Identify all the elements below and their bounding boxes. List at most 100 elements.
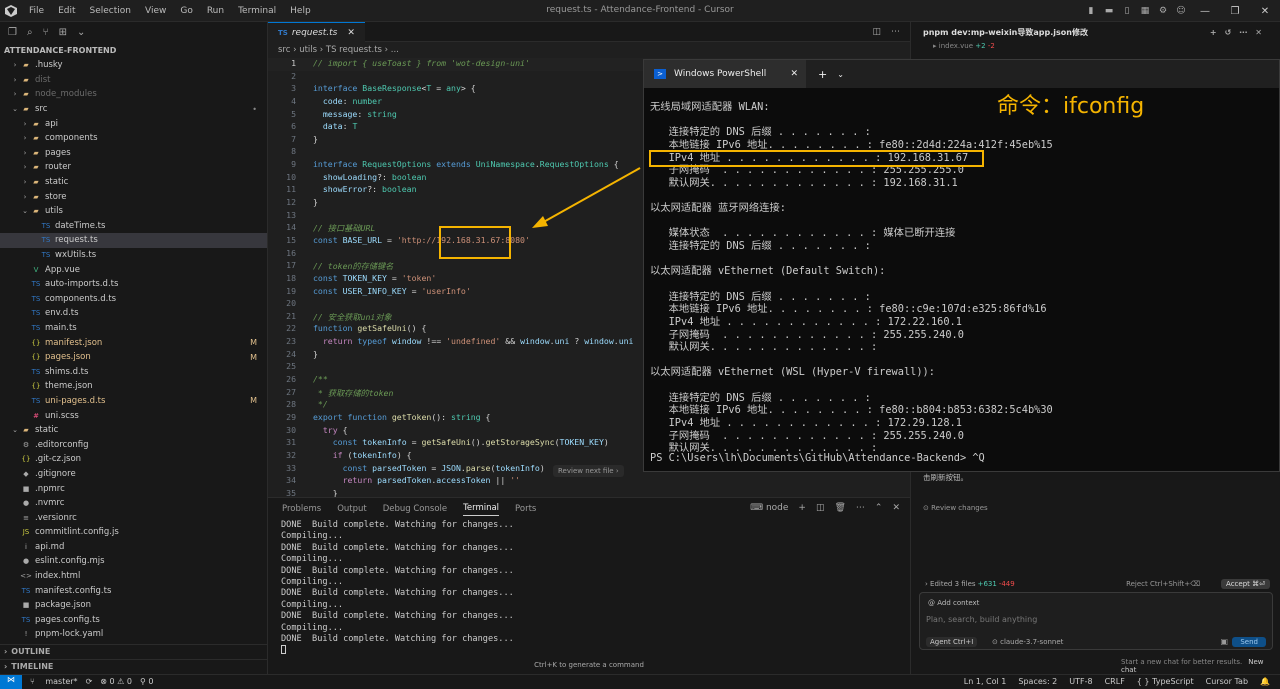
tree-file[interactable]: ! pnpm-lock.yaml [0, 627, 267, 642]
tree-file[interactable]: {} pages.json M [0, 350, 267, 365]
new-tab-button[interactable]: + [818, 68, 827, 81]
split-editor-icon[interactable]: ◫ [872, 27, 881, 37]
tree-folder[interactable]: › ▰ api [0, 116, 267, 131]
tree-folder[interactable]: › ▰ components [0, 131, 267, 146]
add-context-button[interactable]: @ Add context [928, 599, 979, 607]
code-line[interactable]: 34 return parsedToken.accessToken || '' [268, 475, 910, 488]
dropdown-icon[interactable]: ⌄ [837, 70, 844, 79]
sync-icon[interactable]: ⟳ [86, 677, 93, 686]
review-changes-link[interactable]: ⊙ Review changes [923, 504, 988, 512]
maximize-button[interactable]: ❐ [1220, 6, 1250, 17]
image-icon[interactable]: ▣ [1220, 637, 1228, 646]
close-window-button[interactable]: ✕ [1250, 6, 1280, 17]
terminal-type-icon[interactable]: ⌨ node [750, 503, 788, 513]
tree-file[interactable]: TS request.ts [0, 233, 267, 248]
tree-folder[interactable]: › ▰ router [0, 160, 267, 175]
outline-section[interactable]: › OUTLINE [0, 644, 268, 658]
menu-item-edit[interactable]: Edit [51, 6, 82, 16]
tree-file[interactable]: TS pages.config.ts [0, 613, 267, 628]
terminal-output[interactable]: DONE Build complete. Watching for change… [268, 520, 910, 657]
tree-file[interactable]: JS commitlint.config.js [0, 525, 267, 540]
accept-button[interactable]: Accept ⌘⏎ [1221, 579, 1270, 589]
tree-folder[interactable]: › ▰ store [0, 189, 267, 204]
tree-file[interactable]: i api.md [0, 540, 267, 555]
tab-output[interactable]: Output [337, 504, 367, 514]
menu-item-file[interactable]: File [22, 6, 51, 16]
chat-input-box[interactable]: @ Add context Plan, search, build anythi… [919, 592, 1273, 650]
tree-file[interactable]: ● eslint.config.mjs [0, 554, 267, 569]
changed-file[interactable]: ▸ index.vue +2 -2 [911, 42, 1280, 50]
tree-folder[interactable]: › ▰ node_modules [0, 87, 267, 102]
tree-file[interactable]: {} theme.json [0, 379, 267, 394]
tree-file[interactable]: ■ .npmrc [0, 481, 267, 496]
review-next-file-button[interactable]: Review next file › [553, 465, 624, 477]
tree-folder[interactable]: ⌄ ▰ src • [0, 102, 267, 117]
tree-file[interactable]: TS components.d.ts [0, 292, 267, 307]
layout-secondary-icon[interactable]: ▯ [1118, 6, 1136, 16]
send-button[interactable]: Send [1232, 637, 1266, 647]
tree-file[interactable]: TS wxUtils.ts [0, 248, 267, 263]
menu-item-terminal[interactable]: Terminal [231, 6, 283, 16]
agent-mode-selector[interactable]: Agent Ctrl+I [926, 637, 978, 647]
powershell-tab[interactable]: > Windows PowerShell ✕ [644, 60, 806, 88]
maximize-panel-icon[interactable]: ⌃ [875, 503, 883, 513]
ports-indicator[interactable]: ⚲ 0 [140, 677, 154, 686]
close-tab-icon[interactable]: ✕ [790, 69, 798, 79]
cursor-tab[interactable]: Cursor Tab [1206, 677, 1248, 686]
close-panel-icon[interactable]: ✕ [892, 503, 900, 513]
search-icon[interactable]: ⌕ [27, 27, 33, 38]
extensions-icon[interactable]: ⊞ [59, 27, 67, 38]
tab-ports[interactable]: Ports [515, 504, 536, 514]
tree-file[interactable]: TS env.d.ts [0, 306, 267, 321]
tree-folder[interactable]: › ▰ static [0, 175, 267, 190]
more-icon[interactable]: ⋯ [856, 503, 865, 513]
tree-file[interactable]: TS shims.d.ts [0, 364, 267, 379]
menu-item-help[interactable]: Help [283, 6, 318, 16]
branch-icon[interactable]: ⑂ master* [30, 677, 78, 686]
tree-file[interactable]: ⚙ .editorconfig [0, 437, 267, 452]
tree-folder[interactable]: ⌄ ▰ static [0, 423, 267, 438]
breadcrumb[interactable]: src › utils › TS request.ts › ... [268, 42, 910, 58]
source-control-icon[interactable]: ⑂ [43, 27, 49, 38]
tree-file[interactable]: <> index.html [0, 569, 267, 584]
remote-icon[interactable]: ⋈ [0, 674, 22, 689]
close-tab-icon[interactable]: ✕ [347, 28, 355, 38]
tab-problems[interactable]: Problems [282, 504, 321, 514]
line-ending[interactable]: CRLF [1105, 677, 1125, 686]
reject-button[interactable]: Reject Ctrl+Shift+⌫ [1126, 580, 1200, 588]
layout-custom-icon[interactable]: ▦ [1136, 6, 1154, 16]
tree-file[interactable]: V App.vue [0, 262, 267, 277]
chevron-down-icon[interactable]: ⌄ [77, 27, 85, 38]
tree-file[interactable]: ● .nvmrc [0, 496, 267, 511]
language-mode[interactable]: { } TypeScript [1137, 677, 1194, 686]
tab-terminal[interactable]: Terminal [463, 503, 500, 516]
tree-file[interactable]: TS manifest.config.ts [0, 583, 267, 598]
new-terminal-icon[interactable]: + [798, 503, 806, 513]
tree-folder[interactable]: ⌄ ▰ utils [0, 204, 267, 219]
tree-file[interactable]: # uni.scss [0, 408, 267, 423]
timeline-section[interactable]: › TIMELINE [0, 659, 268, 673]
trash-icon[interactable]: 🗑 [834, 503, 845, 513]
tree-file[interactable]: TS main.ts [0, 321, 267, 336]
tree-file[interactable]: ◆ .gitignore [0, 467, 267, 482]
chat-input[interactable]: Plan, search, build anything [926, 615, 1037, 624]
problems-indicator[interactable]: ⊗ 0 ⚠ 0 [100, 677, 132, 686]
tab-debug-console[interactable]: Debug Console [383, 504, 447, 514]
tab-request-ts[interactable]: TS request.ts ✕ [268, 22, 365, 42]
model-selector[interactable]: ⊙ claude-3.7-sonnet [992, 638, 1063, 646]
menu-item-run[interactable]: Run [200, 6, 231, 16]
tree-file[interactable]: {} .git-cz.json [0, 452, 267, 467]
tree-file[interactable]: TS uni-pages.d.ts M [0, 394, 267, 409]
tree-file[interactable]: {} manifest.json M [0, 335, 267, 350]
layout-sidebar-icon[interactable]: ▮ [1082, 6, 1100, 16]
tree-file[interactable]: TS auto-imports.d.ts [0, 277, 267, 292]
menu-item-view[interactable]: View [138, 6, 173, 16]
indentation[interactable]: Spaces: 2 [1018, 677, 1057, 686]
split-terminal-icon[interactable]: ◫ [816, 503, 825, 513]
tree-folder[interactable]: › ▰ .husky [0, 58, 267, 73]
tree-file[interactable]: ■ package.json [0, 598, 267, 613]
more-actions-icon[interactable]: ⋯ [891, 27, 900, 37]
notifications-icon[interactable]: 🔔 [1260, 677, 1270, 686]
encoding[interactable]: UTF-8 [1069, 677, 1092, 686]
tree-file[interactable]: TS dateTime.ts [0, 219, 267, 234]
